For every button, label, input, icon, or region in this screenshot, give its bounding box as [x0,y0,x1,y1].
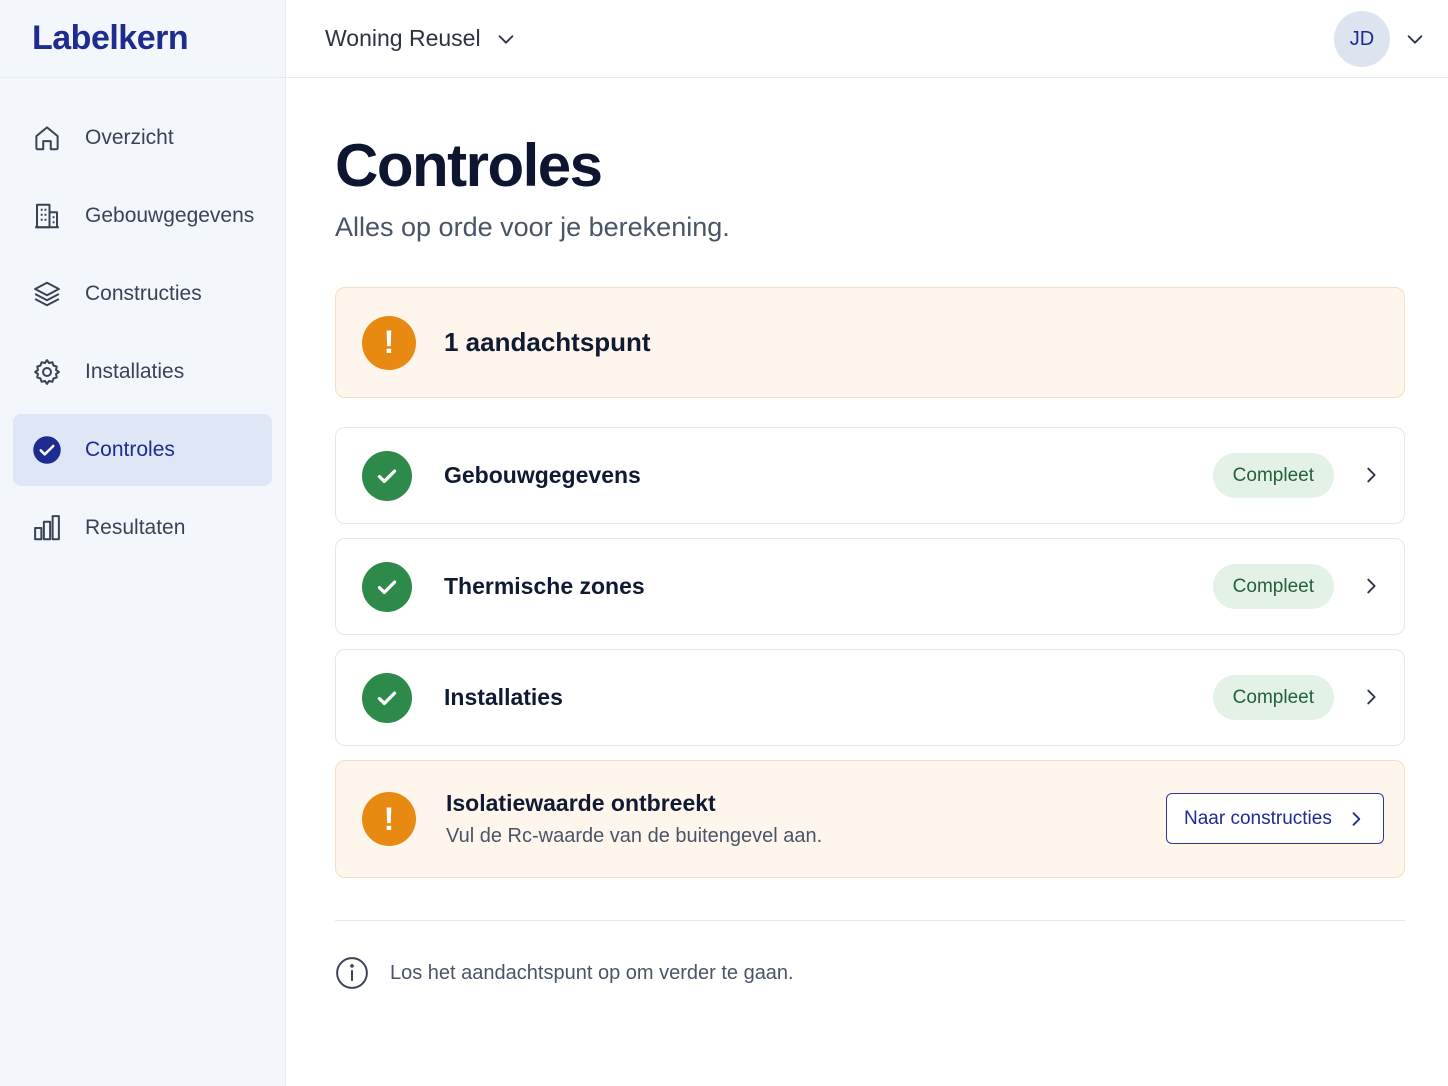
topbar: Woning Reusel JD [286,0,1448,78]
check-label: Installaties [444,684,563,710]
avatar-initials: JD [1349,27,1375,50]
main-content: Controles Alles op orde voor je berekeni… [335,78,1405,990]
chevron-down-icon [498,34,513,44]
sidebar-item-installaties[interactable]: Installaties [13,336,272,408]
project-selector[interactable]: Woning Reusel [325,25,517,52]
check-label: Thermische zones [444,573,645,599]
naar-constructies-button[interactable]: Naar constructies [1166,793,1384,844]
logo-area: Labelkern [0,0,285,78]
check-icon [362,561,412,612]
gear-icon [31,356,63,388]
bar-chart-icon [31,512,63,544]
chevron-right-icon [1352,811,1361,826]
user-menu[interactable]: JD [1334,11,1426,67]
avatar[interactable]: JD [1334,11,1390,67]
sidebar-item-constructies[interactable]: Constructies [13,258,272,330]
chevron-down-icon[interactable] [1404,28,1426,50]
layers-icon [31,278,63,310]
sidebar-item-label: Controles [85,438,175,461]
issue-row: ! Isolatiewaarde ontbreekt Vul de Rc-waa… [335,760,1405,878]
issue-text: Isolatiewaarde ontbreekt Vul de Rc-waard… [446,790,822,848]
sidebar-item-label: Constructies [85,282,202,305]
footer-text: Los het aandachtspunt op om verder te ga… [390,961,794,984]
status-badge: Compleet [1212,675,1334,720]
check-label: Gebouwgegevens [444,462,641,488]
warning-icon: ! [362,792,416,846]
check-row-thermische-zones[interactable]: Thermische zones Compleet [335,538,1405,635]
chevron-right-icon [1367,578,1376,594]
summary-banner: ! 1 aandachtspunt [335,287,1405,398]
project-name: Woning Reusel [325,25,481,51]
page-title: Controles [335,132,603,199]
check-icon [362,450,412,501]
issue-title: Isolatiewaarde ontbreekt [446,790,716,816]
summary-text: 1 aandachtspunt [444,327,651,357]
sidebar-item-label: Installaties [85,360,185,383]
home-icon [31,122,63,154]
footer-note: Los het aandachtspunt op om verder te ga… [335,956,1405,990]
sidebar-item-resultaten[interactable]: Resultaten [13,492,272,564]
sidebar-nav: Overzicht Gebouwgegevens Constructies In… [0,78,285,564]
sidebar-item-controles[interactable]: Controles [13,414,272,486]
check-row-gebouwgegevens[interactable]: Gebouwgegevens Compleet [335,427,1405,524]
app-logo[interactable]: Labelkern [32,19,189,58]
info-icon [336,957,368,989]
chevron-right-icon [1367,689,1376,705]
check-icon [362,672,412,723]
check-list: Gebouwgegevens Compleet Thermische zones… [335,427,1405,878]
sidebar-item-label: Overzicht [85,126,174,149]
check-circle-icon [31,434,63,466]
status-badge: Compleet [1212,564,1334,609]
sidebar: Labelkern Overzicht Gebouwgegevens Const… [0,0,286,1086]
divider [335,920,1405,921]
button-label: Naar constructies [1184,807,1332,829]
issue-description: Vul de Rc-waarde van de buitengevel aan. [446,825,823,847]
chevron-right-icon [1367,467,1376,483]
status-badge: Compleet [1212,453,1334,498]
page-subtitle: Alles op orde voor je berekening. [335,212,730,242]
check-row-installaties[interactable]: Installaties Compleet [335,649,1405,746]
sidebar-item-overzicht[interactable]: Overzicht [13,102,272,174]
sidebar-item-label: Gebouwgegevens [85,204,255,227]
sidebar-item-label: Resultaten [85,516,186,539]
warning-icon: ! [362,315,416,370]
sidebar-item-gebouwgegevens[interactable]: Gebouwgegevens [13,180,272,252]
building-icon [31,200,63,232]
